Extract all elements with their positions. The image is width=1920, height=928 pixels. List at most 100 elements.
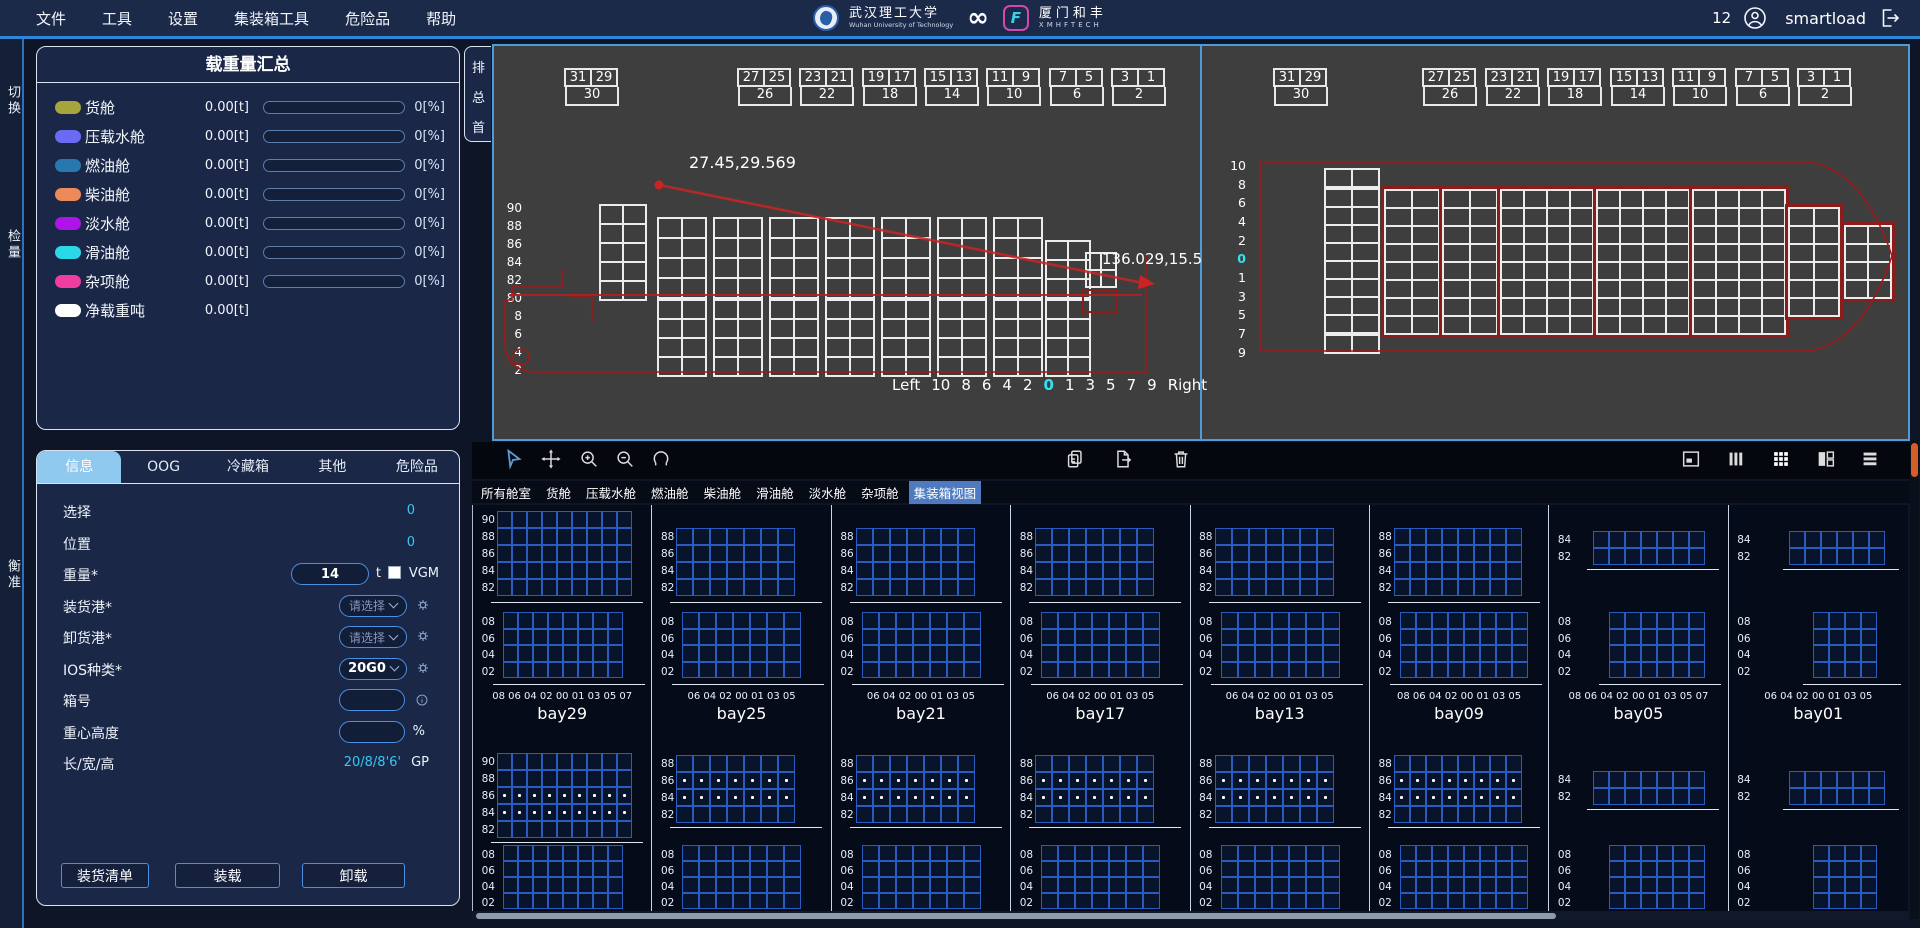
top-bay-grid[interactable] — [1693, 190, 1785, 334]
top-bay-grid[interactable] — [1845, 226, 1891, 298]
menu-item-3[interactable]: 设置 — [168, 8, 198, 29]
top-bay-grid[interactable] — [1501, 190, 1593, 334]
bay-cell-grid[interactable] — [1813, 845, 1877, 909]
bay-cell-grid[interactable] — [1394, 528, 1522, 596]
bay-cell-grid[interactable] — [862, 845, 981, 909]
gear-icon[interactable] — [415, 660, 431, 680]
view-single-icon[interactable] — [1680, 448, 1704, 472]
field-input[interactable] — [291, 563, 369, 585]
load-list-button[interactable]: 装货清单 — [61, 863, 149, 888]
bay-cell-grid[interactable] — [497, 511, 632, 596]
bay-cell-grid[interactable] — [1789, 771, 1885, 805]
gear-icon[interactable] — [415, 628, 431, 648]
side-stack[interactable] — [938, 218, 986, 298]
view-split-icon[interactable] — [1815, 448, 1839, 472]
bay-cell-grid[interactable] — [1041, 845, 1160, 909]
side-stack-hold[interactable] — [882, 300, 930, 376]
side-stack[interactable] — [770, 218, 818, 298]
menu-item-2[interactable]: 工具 — [102, 8, 132, 29]
top-bay-grid[interactable] — [1443, 190, 1497, 334]
filter-tab-8[interactable]: 杂项舱 — [856, 481, 904, 504]
filter-tab-5[interactable]: 柴油舱 — [699, 481, 747, 504]
view-rows-icon[interactable] — [1859, 448, 1883, 472]
side-stack[interactable] — [994, 218, 1042, 298]
rail-tab-criteria[interactable]: 衡准 — [0, 559, 22, 591]
bay-cell-grid[interactable] — [862, 612, 981, 678]
cursor-icon[interactable] — [502, 448, 526, 472]
bay-cell-grid[interactable] — [856, 755, 975, 823]
side-stack-hold[interactable] — [826, 300, 874, 376]
field-select[interactable]: 20G0 — [339, 658, 407, 680]
rail-tab-check[interactable]: 检量 — [0, 229, 22, 261]
delete-icon[interactable] — [1170, 448, 1194, 472]
side-stack[interactable] — [882, 218, 930, 298]
vgm-checkbox[interactable] — [388, 566, 401, 579]
tab-info[interactable]: 信息 — [37, 451, 121, 483]
bay-cell-grid[interactable] — [1221, 612, 1340, 678]
bay-cell-grid[interactable] — [1400, 612, 1528, 678]
bay-cell-grid[interactable] — [497, 753, 632, 838]
top-bay-grid[interactable] — [1597, 190, 1689, 334]
move-icon[interactable] — [540, 448, 564, 472]
filter-tab-4[interactable]: 燃油舱 — [646, 481, 694, 504]
view-grid-icon[interactable] — [1770, 448, 1794, 472]
bay-cell-grid[interactable] — [1789, 531, 1885, 565]
unload-button[interactable]: 卸载 — [302, 863, 405, 888]
top-bay-grid[interactable] — [1325, 335, 1379, 353]
bay-cell-grid[interactable] — [1035, 755, 1154, 823]
horizontal-scrollbar-thumb[interactable] — [476, 913, 1556, 919]
zoom-out-icon[interactable] — [614, 448, 638, 472]
bay-cell-grid[interactable] — [503, 845, 623, 909]
copy-icon[interactable] — [1064, 448, 1088, 472]
tab-其他[interactable]: 其他 — [290, 451, 374, 483]
view-columns-icon[interactable] — [1725, 448, 1749, 472]
tab-oog[interactable]: OOG — [121, 451, 205, 483]
side-stack[interactable] — [658, 218, 706, 298]
menu-item-5[interactable]: 危险品 — [345, 8, 390, 29]
field-input[interactable] — [339, 721, 405, 743]
menu-item-6[interactable]: 帮助 — [426, 8, 456, 29]
top-bay-grid[interactable] — [1789, 208, 1839, 316]
bay-cell-grid[interactable] — [1215, 528, 1334, 596]
horizontal-scrollbar[interactable] — [472, 911, 1908, 920]
rail-tab-switch[interactable]: 切换 — [0, 85, 22, 117]
side-stack-hold[interactable] — [770, 300, 818, 376]
side-stack-small[interactable] — [1086, 253, 1116, 287]
bay-cell-grid[interactable] — [1593, 531, 1705, 565]
top-bay-grid[interactable] — [1385, 190, 1439, 334]
bay-cell-grid[interactable] — [1041, 612, 1160, 678]
field-select[interactable]: 请选择 — [339, 626, 407, 648]
tab-危险品[interactable]: 危险品 — [375, 451, 459, 483]
bay-cell-grid[interactable] — [1609, 845, 1705, 909]
filter-tab-2[interactable]: 货舱 — [541, 481, 576, 504]
bay-cell-grid[interactable] — [682, 845, 801, 909]
bay-cell-grid[interactable] — [1813, 612, 1877, 678]
field-select[interactable]: 请选择 — [339, 595, 407, 617]
bay-cell-grid[interactable] — [856, 528, 975, 596]
side-stack-hold[interactable] — [658, 300, 706, 376]
rotate-icon[interactable] — [650, 448, 674, 472]
top-bay-grid[interactable] — [1325, 169, 1379, 187]
menu-item-1[interactable]: 文件 — [36, 8, 66, 29]
bay-cell-grid[interactable] — [676, 528, 795, 596]
vertical-scrollbar-thumb[interactable] — [1911, 443, 1918, 477]
bay-cell-grid[interactable] — [1394, 755, 1522, 823]
bay-cell-grid[interactable] — [682, 612, 801, 678]
load-button[interactable]: 装载 — [175, 863, 280, 888]
filter-tab-3[interactable]: 压载水舱 — [581, 481, 641, 504]
info-icon[interactable] — [415, 692, 429, 711]
top-bay-grid[interactable] — [1325, 189, 1379, 333]
filter-tab-9[interactable]: 集装箱视图 — [909, 481, 982, 504]
tab-冷藏箱[interactable]: 冷藏箱 — [206, 451, 290, 483]
bay-cell-grid[interactable] — [1593, 771, 1705, 805]
bay-cell-grid[interactable] — [1400, 845, 1528, 909]
bay-cell-grid[interactable] — [503, 612, 623, 678]
filter-tab-6[interactable]: 滑油舱 — [751, 481, 799, 504]
gear-icon[interactable] — [415, 597, 431, 617]
logout-icon[interactable] — [1878, 6, 1902, 30]
export-icon[interactable] — [1112, 448, 1136, 472]
side-stack-hold[interactable] — [714, 300, 762, 376]
vertical-scrollbar[interactable] — [1910, 440, 1919, 919]
filter-tab-1[interactable]: 所有舱室 — [476, 481, 536, 504]
bay-cell-grid[interactable] — [1215, 755, 1334, 823]
